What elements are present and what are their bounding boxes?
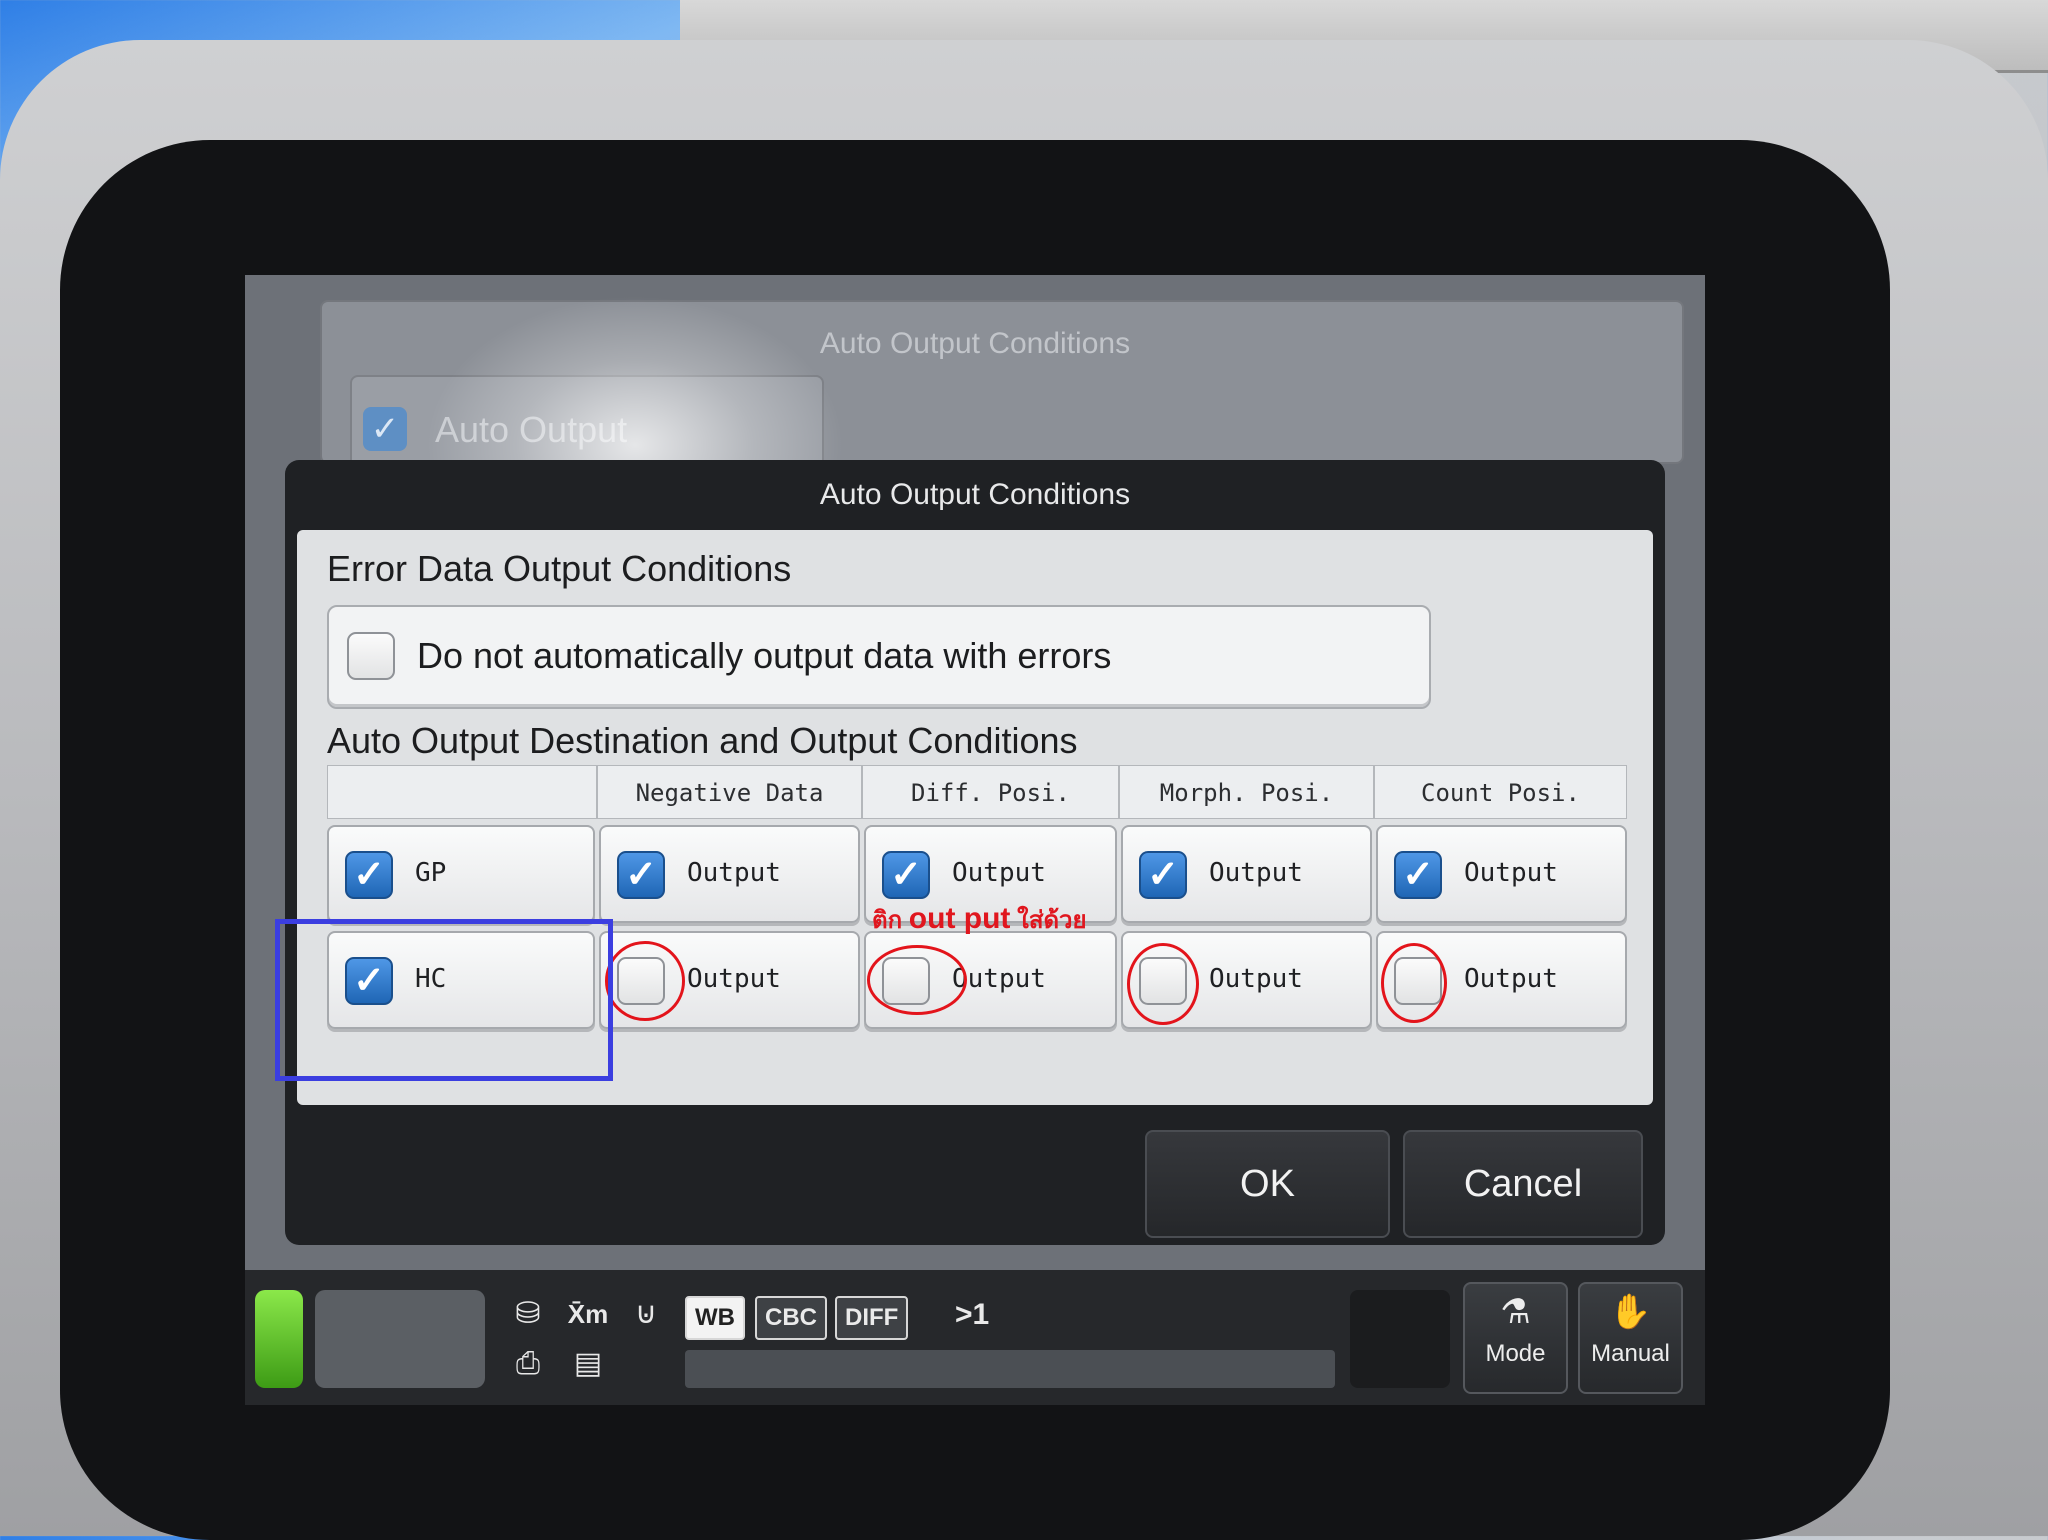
status-led — [255, 1290, 303, 1388]
gp-count-posi-checkbox[interactable]: ✓ — [1394, 851, 1442, 899]
annotation-circle-negative — [605, 941, 685, 1021]
error-data-option[interactable]: Do not automatically output data with er… — [327, 605, 1431, 709]
mode-button-label: Mode — [1485, 1340, 1546, 1367]
hc-count-posi-label: Output — [1464, 964, 1558, 994]
annotation-note: ติก out put ใส่ด้วย — [872, 900, 1087, 939]
gp-negative-data-label: Output — [687, 858, 781, 888]
status-message-area — [315, 1290, 485, 1388]
annotation-circle-count — [1381, 943, 1447, 1023]
gp-morph-posi-output[interactable]: ✓ Output — [1121, 825, 1372, 923]
destination-section-title: Auto Output Destination and Output Condi… — [327, 720, 1078, 761]
annotation-highlight-hc — [275, 919, 613, 1081]
status-indicator-box — [1350, 1290, 1450, 1388]
mode-button[interactable]: ⚗ Mode — [1463, 1282, 1568, 1394]
annotation-circle-diff — [867, 945, 967, 1015]
column-header-blank — [327, 765, 597, 819]
printer-icon[interactable]: ⎙ — [503, 1342, 553, 1386]
background-auto-output-checkbox: ✓ — [363, 407, 407, 451]
annotation-note-main: out put — [908, 902, 1011, 935]
gp-count-posi-output[interactable]: ✓ Output — [1376, 825, 1627, 923]
gp-diff-posi-checkbox[interactable]: ✓ — [882, 851, 930, 899]
column-header-negative-data: Negative Data — [597, 765, 862, 819]
list-icon[interactable]: ▤ — [563, 1342, 613, 1386]
background-auto-output-label: Auto Output — [435, 409, 628, 450]
annotation-circle-morph — [1127, 943, 1199, 1025]
hc-morph-posi-label: Output — [1209, 964, 1303, 994]
column-header-diff-posi: Diff. Posi. — [862, 765, 1119, 819]
test-tube-icon: ⚗ — [1500, 1293, 1531, 1331]
progress-bar — [685, 1350, 1335, 1388]
destination-gp-label: GP — [415, 858, 447, 888]
mode-tag-cbc: CBC — [755, 1296, 827, 1340]
sample-icon[interactable]: ⛁ — [503, 1292, 553, 1336]
gp-count-posi-label: Output — [1464, 858, 1558, 888]
gp-morph-posi-checkbox[interactable]: ✓ — [1139, 851, 1187, 899]
background-dialog-title: Auto Output Conditions — [819, 327, 1131, 360]
mode-tag-wb: WB — [685, 1296, 745, 1340]
annotation-note-suffix: ใส่ด้วย — [1017, 907, 1087, 934]
status-bar: ⛁ X̄m ⊍ ⎙ ▤ WB CBC DIFF >1 ⚗ Mode ✋ Manu… — [245, 1270, 1705, 1405]
manual-button[interactable]: ✋ Manual — [1578, 1282, 1683, 1394]
dialog-title: Auto Output Conditions — [819, 478, 1131, 511]
cancel-button[interactable]: Cancel — [1403, 1130, 1643, 1238]
tube-icon[interactable]: ⊍ — [621, 1292, 671, 1336]
ok-button[interactable]: OK — [1145, 1130, 1390, 1238]
manual-sample-icon: ✋ — [1609, 1293, 1652, 1331]
error-section-title: Error Data Output Conditions — [327, 548, 792, 589]
annotation-note-prefix: ติก — [872, 907, 903, 934]
destination-gp-checkbox[interactable]: ✓ — [345, 851, 393, 899]
output-conditions-table: Negative Data Diff. Posi. Morph. Posi. C… — [275, 765, 1627, 1085]
column-header-morph-posi: Morph. Posi. — [1119, 765, 1374, 819]
auto-output-conditions-dialog: Auto Output Conditions Error Data Output… — [275, 460, 1665, 1245]
mode-tag-diff: DIFF — [835, 1296, 909, 1340]
gp-morph-posi-label: Output — [1209, 858, 1303, 888]
sample-count-text: >1 — [955, 1298, 990, 1331]
gp-negative-data-output[interactable]: ✓ Output — [599, 825, 860, 923]
gp-diff-posi-label: Output — [952, 858, 1046, 888]
dialog-body: Error Data Output Conditions Do not auto… — [275, 530, 1653, 1105]
column-header-count-posi: Count Posi. — [1374, 765, 1627, 819]
xm-icon[interactable]: X̄m — [563, 1292, 613, 1336]
hc-negative-data-label: Output — [687, 964, 781, 994]
error-data-option-label: Do not automatically output data with er… — [417, 635, 1112, 676]
error-data-checkbox[interactable] — [347, 632, 395, 680]
dialog-footer: OK Cancel — [285, 1105, 1665, 1245]
manual-button-label: Manual — [1591, 1340, 1670, 1367]
gp-negative-data-checkbox[interactable]: ✓ — [617, 851, 665, 899]
touch-screen: Auto Output Conditions ✓ Auto Output Aut… — [245, 275, 1705, 1405]
destination-gp[interactable]: ✓ GP — [327, 825, 595, 923]
